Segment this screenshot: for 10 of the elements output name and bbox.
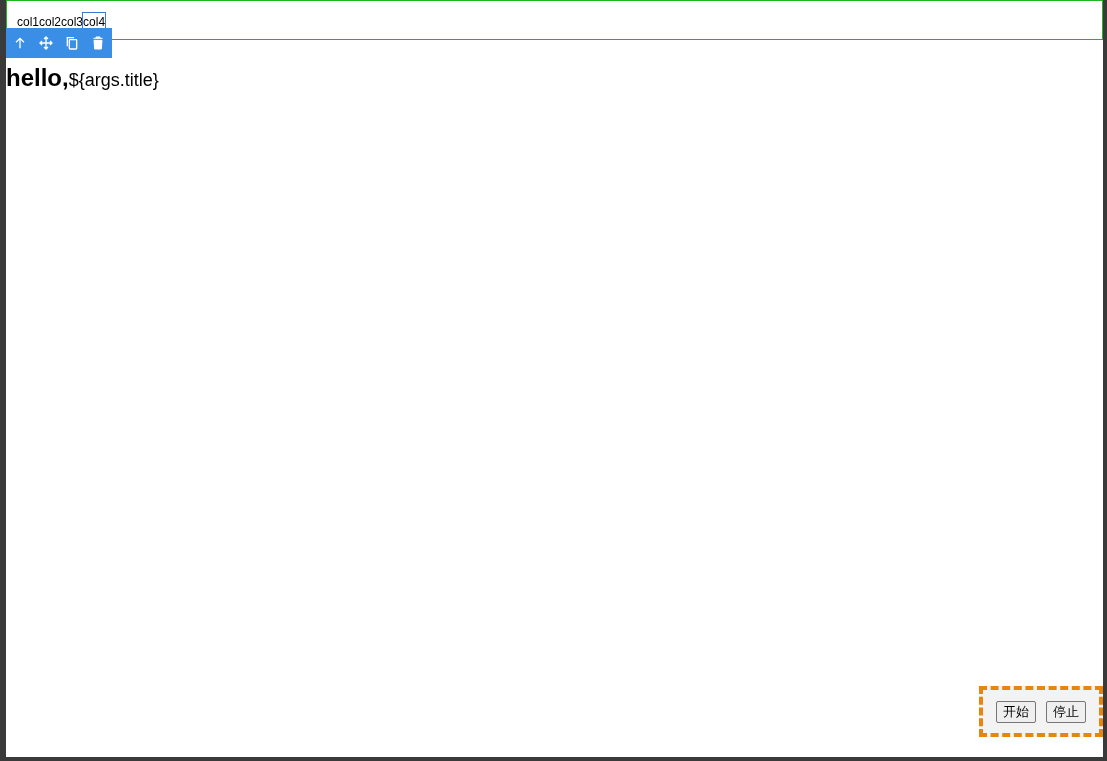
trash-icon[interactable]: [90, 35, 106, 51]
control-button[interactable]: 停止: [1046, 700, 1086, 723]
column[interactable]: col1: [17, 13, 39, 31]
copy-icon[interactable]: [64, 35, 80, 51]
move-icon[interactable]: [38, 35, 54, 51]
column[interactable]: col2: [39, 13, 62, 31]
template-text: ${args.title}: [68, 70, 159, 92]
heading: hello,: [6, 63, 69, 93]
control-button[interactable]: 开始: [996, 700, 1036, 723]
column[interactable]: col4: [83, 13, 106, 31]
